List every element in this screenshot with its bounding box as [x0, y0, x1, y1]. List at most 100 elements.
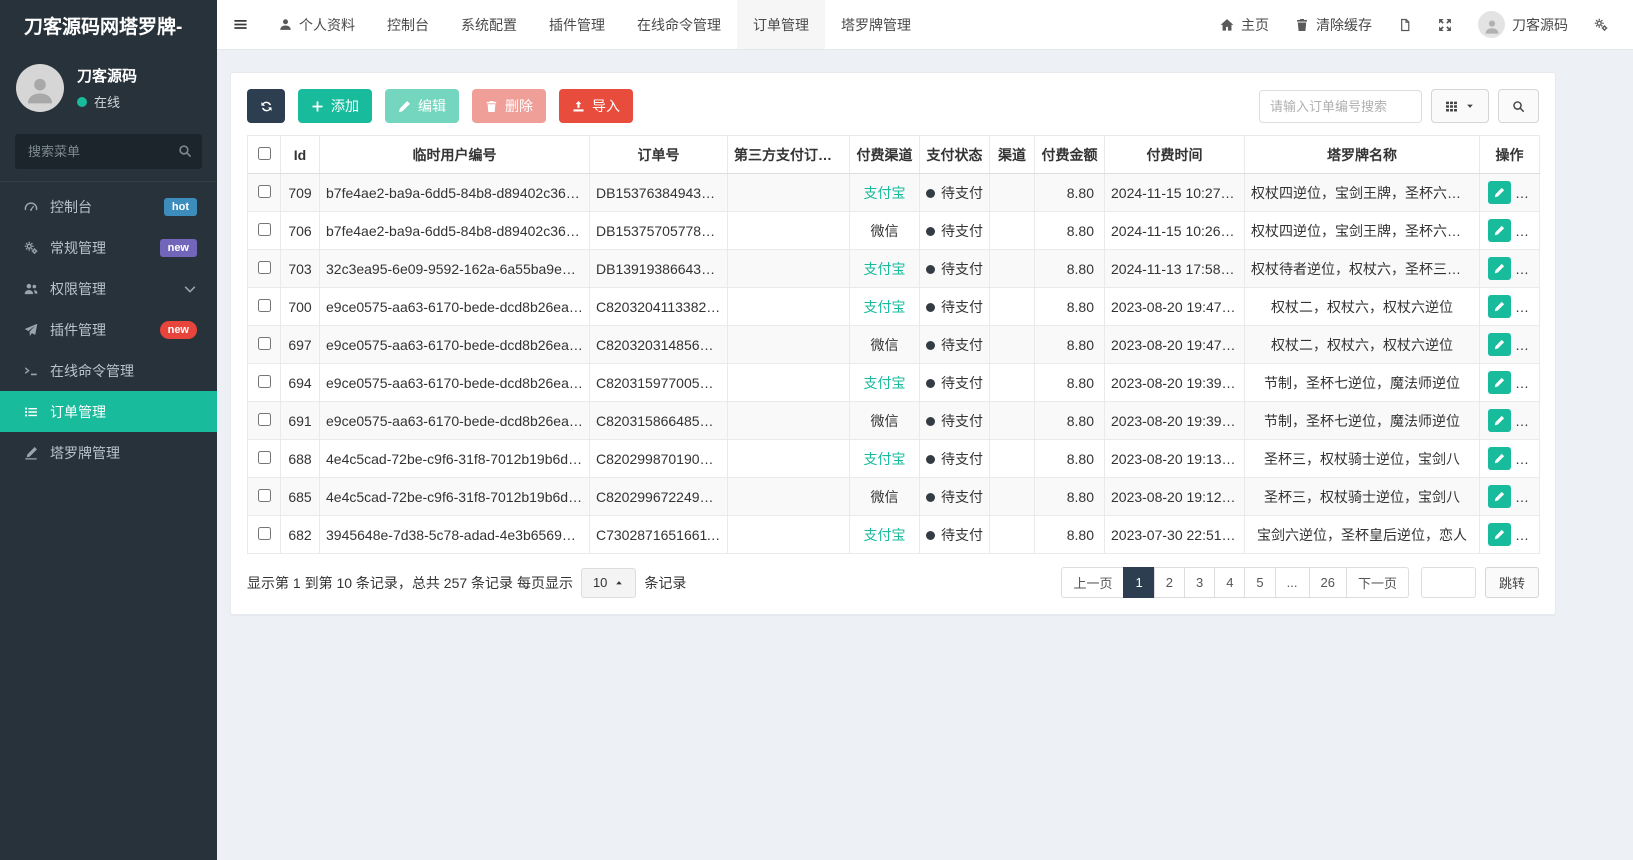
cell-amount: 8.80 — [1034, 211, 1105, 250]
page-jump-button[interactable]: 跳转 — [1484, 567, 1539, 598]
page-5[interactable]: 5 — [1244, 567, 1276, 598]
status-label: 待支付 — [941, 488, 983, 505]
tab-online-command[interactable]: 在线命令管理 — [621, 0, 737, 49]
sidebar-menu: 控制台 hot 常规管理 new 权限管理 插件管理 new 在线命令管理 订单管理 塔罗牌管理 — [0, 181, 217, 473]
cell-status: 待支付 — [919, 477, 990, 516]
cell-qudao — [989, 173, 1035, 212]
row-checkbox[interactable] — [257, 450, 271, 464]
cell-checkbox — [247, 439, 281, 478]
row-edit-button[interactable] — [1488, 447, 1511, 470]
settings-button[interactable] — [1581, 0, 1621, 49]
sidebar-item-tarot[interactable]: 塔罗牌管理 — [0, 432, 217, 473]
sidebar-item-console[interactable]: 控制台 hot — [0, 186, 217, 227]
table-row: 691 e9ce0575-aa63-6170-bede-dcd8b26eaaca C… — [247, 401, 1540, 440]
delete-button[interactable]: 删除 — [472, 89, 546, 123]
refresh-button[interactable] — [247, 89, 285, 123]
cell-actions — [1479, 173, 1540, 212]
row-checkbox[interactable] — [257, 526, 271, 540]
tab-order[interactable]: 订单管理 — [737, 0, 825, 49]
cell-amount: 8.80 — [1034, 401, 1105, 440]
row-edit-button[interactable] — [1488, 523, 1511, 546]
page-jump-input[interactable] — [1420, 567, 1476, 598]
sidebar-item-permission[interactable]: 权限管理 — [0, 268, 217, 309]
row-edit-button[interactable] — [1488, 257, 1511, 280]
summary-prefix: 显示第 1 到第 10 条记录，总共 257 条记录 每页显示 — [247, 574, 573, 591]
add-button[interactable]: 添加 — [298, 89, 372, 123]
row-edit-button[interactable] — [1488, 371, 1511, 394]
page-ellipsis[interactable]: ... — [1274, 567, 1310, 598]
header-cell-8: 付费时间 — [1104, 135, 1245, 174]
row-checkbox[interactable] — [257, 412, 271, 426]
cell-third-party-no — [727, 287, 850, 326]
columns-button[interactable] — [1431, 89, 1489, 123]
page-2[interactable]: 2 — [1153, 567, 1185, 598]
row-edit-button[interactable] — [1488, 295, 1511, 318]
send-icon — [24, 323, 38, 337]
cell-actions — [1479, 363, 1540, 402]
user-silhouette-icon — [25, 76, 55, 106]
row-checkbox[interactable] — [257, 260, 271, 274]
row-edit-button[interactable] — [1488, 409, 1511, 432]
tab-system-config[interactable]: 系统配置 — [445, 0, 533, 49]
page-prev[interactable]: 上一页 — [1061, 567, 1125, 598]
navbar-user[interactable]: 刀客源码 — [1465, 0, 1581, 49]
select-all-checkbox[interactable] — [257, 146, 271, 160]
trash-icon — [485, 100, 498, 113]
page-4[interactable]: 4 — [1214, 567, 1246, 598]
sidebar-item-plugin[interactable]: 插件管理 new — [0, 309, 217, 350]
sidebar-item-general[interactable]: 常规管理 new — [0, 227, 217, 268]
cell-third-party-no — [727, 363, 850, 402]
trash-icon — [1295, 18, 1309, 32]
tab-profile[interactable]: 个人资料 — [263, 0, 371, 49]
pagination-bar: 显示第 1 到第 10 条记录，总共 257 条记录 每页显示 10 条记录 上… — [247, 567, 1539, 598]
sidebar-toggle-button[interactable] — [217, 0, 263, 49]
import-button[interactable]: 导入 — [559, 89, 633, 123]
refresh-frame-button[interactable] — [1385, 0, 1425, 49]
row-checkbox[interactable] — [257, 488, 271, 502]
sidebar-item-order[interactable]: 订单管理 — [0, 391, 217, 432]
row-edit-button[interactable] — [1488, 333, 1511, 356]
row-checkbox[interactable] — [257, 184, 271, 198]
table-row: 706 b7fe4ae2-ba9a-6dd5-84b8-d89402c36f9b D… — [247, 211, 1540, 250]
tab-console[interactable]: 控制台 — [371, 0, 445, 49]
page-3[interactable]: 3 — [1183, 567, 1216, 598]
page-1[interactable]: 1 — [1123, 567, 1155, 598]
clear-cache-link[interactable]: 清除缓存 — [1282, 0, 1385, 49]
order-search-input[interactable] — [1259, 89, 1422, 123]
row-edit-button[interactable] — [1488, 219, 1511, 242]
sidebar-item-online-command[interactable]: 在线命令管理 — [0, 350, 217, 391]
row-edit-button[interactable] — [1488, 181, 1511, 204]
page-size-select[interactable]: 10 — [580, 567, 637, 598]
table-search-button[interactable] — [1498, 89, 1539, 123]
tab-plugin[interactable]: 插件管理 — [533, 0, 621, 49]
sidebar-search-input[interactable] — [15, 134, 202, 169]
row-edit-button[interactable] — [1488, 485, 1511, 508]
tab-tarot[interactable]: 塔罗牌管理 — [825, 0, 927, 49]
cell-qudao — [989, 515, 1035, 554]
cell-user-no: 4e4c5cad-72be-c9f6-31f8-7012b19b6d9e — [319, 477, 590, 516]
home-link[interactable]: 主页 — [1207, 0, 1282, 49]
row-checkbox[interactable] — [257, 374, 271, 388]
cell-user-no: 3945648e-7d38-5c78-adad-4e3b65695d74 — [319, 515, 590, 554]
tab-label: 订单管理 — [753, 16, 809, 33]
app-logo[interactable]: 刀客源码网塔罗牌- — [0, 0, 217, 50]
edit-button[interactable]: 编辑 — [385, 89, 459, 123]
header-cell-7: 付费金额 — [1034, 135, 1105, 174]
navbar-username: 刀客源码 — [1512, 16, 1568, 33]
cell-actions — [1479, 211, 1540, 250]
fullscreen-button[interactable] — [1425, 0, 1465, 49]
header-cell-5: 支付状态 — [919, 135, 990, 174]
status-dot — [926, 303, 935, 313]
cell-order-no: C820315977005249 — [589, 363, 728, 402]
pencil-icon — [398, 100, 411, 113]
row-checkbox[interactable] — [257, 222, 271, 236]
page-26[interactable]: 26 — [1308, 567, 1347, 598]
search-icon[interactable] — [178, 144, 192, 158]
row-checkbox[interactable] — [257, 336, 271, 350]
cell-user-no: b7fe4ae2-ba9a-6dd5-84b8-d89402c36f9b — [319, 173, 590, 212]
row-checkbox[interactable] — [257, 298, 271, 312]
cell-amount: 8.80 — [1034, 515, 1105, 554]
channel-label: 微信 — [870, 222, 899, 239]
page-next[interactable]: 下一页 — [1345, 567, 1409, 598]
channel-label: 微信 — [870, 488, 899, 505]
